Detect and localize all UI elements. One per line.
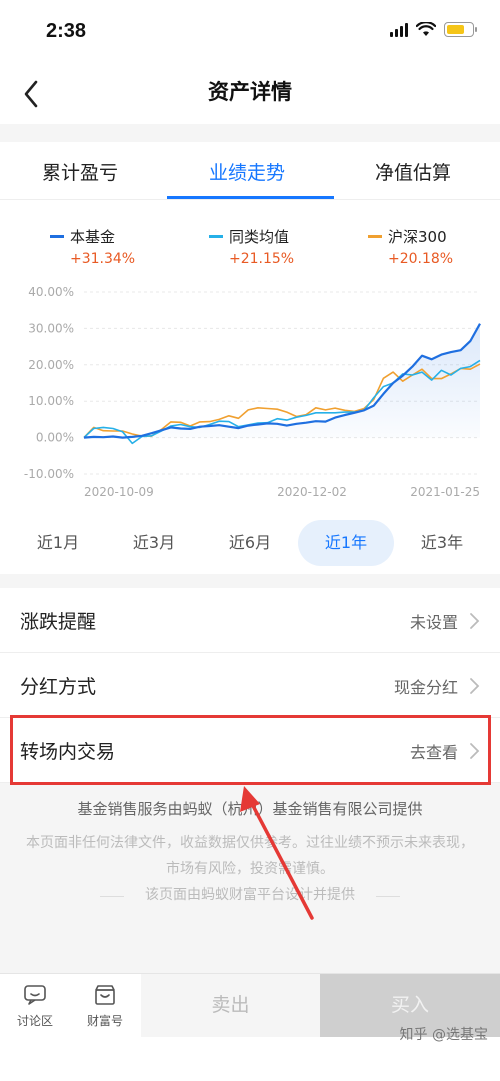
status-time: 2:38 [46,20,87,42]
platform-note: 该页面由蚂蚁财富平台设计并提供 [145,887,355,903]
legend-item-peer-average: 同类均值 +21.15% [209,226,294,267]
fund-area-fill [84,323,480,438]
tab-performance-trend[interactable]: 业绩走势 [209,158,285,185]
x-tick-label: 2020-12-02 [277,485,347,499]
wifi-icon [416,22,436,36]
row-label: 分红方式 [20,676,97,698]
active-tab-indicator [167,196,334,199]
y-tick-label: 10.00% [28,394,74,408]
watermark: 知乎 @选基宝 [399,1027,488,1043]
wealth-account-button[interactable]: 财富号 [75,984,135,1029]
legend-value-hs300: +20.18% [388,251,454,267]
bottom-action-bar: 讨论区 财富号 卖出 买入 知乎 @选基宝 [0,973,500,1081]
legend-value-peer: +21.15% [229,251,295,267]
nav-bar: 资产详情 [0,62,500,124]
x-tick-label: 2021-01-25 [410,485,480,499]
row-value: 现金分红 [393,678,458,697]
y-tick-label: -10.00% [24,467,74,481]
period-3m[interactable]: 近3月 [106,520,202,566]
period-6m[interactable]: 近6月 [202,520,298,566]
row-value: 去查看 [409,743,458,762]
period-3y[interactable]: 近3年 [394,520,490,566]
y-tick-label: 40.00% [28,285,74,299]
performance-card: 累计盈亏 业绩走势 净值估算 本基金 +31.34% 同类均值 +21.15% … [0,142,500,574]
legend-value-fund: +31.34% [70,251,136,267]
y-tick-label: 0.00% [36,431,74,445]
tab-cumulative-pnl[interactable]: 累计盈亏 [42,158,118,185]
wealth-label: 财富号 [86,1014,123,1028]
legend-swatch-hs300 [368,235,382,238]
chevron-right-icon [470,678,480,694]
chat-icon [24,985,46,1005]
tab-bar: 累计盈亏 业绩走势 净值估算 [0,142,500,200]
legend-item-hs300: 沪深300 +20.18% [368,226,453,267]
y-tick-label: 20.00% [28,358,74,372]
x-tick-label: 2020-10-09 [84,485,154,499]
status-icons [390,22,477,37]
row-label: 转场内交易 [20,741,116,763]
shop-icon [95,985,115,1005]
row-value: 未设置 [409,613,458,632]
discussion-button[interactable]: 讨论区 [5,984,65,1029]
row-exchange-trading[interactable]: 转场内交易 去查看 [0,718,500,783]
row-dividend-method[interactable]: 分红方式 现金分红 [0,653,500,718]
provider-note: 基金销售服务由蚂蚁（杭州）基金销售有限公司提供 [77,800,423,818]
divider-right [376,896,400,897]
discussion-label: 讨论区 [16,1014,53,1028]
legend-item-fund: 本基金 +31.34% [50,226,135,267]
legend-name-peer: 同类均值 [229,228,290,246]
row-label: 涨跌提醒 [20,611,97,633]
legend-name-hs300: 沪深300 [388,228,447,246]
signal-icon [390,22,408,37]
performance-chart: 40.00% 30.00% 20.00% 10.00% 0.00% -10.00% 2020… [24,285,481,499]
status-bar: 2:38 [0,0,500,62]
period-1m[interactable]: 近1月 [10,520,106,566]
tab-nav-estimate[interactable]: 净值估算 [375,158,451,185]
chevron-right-icon [470,613,480,629]
battery-icon [444,22,477,37]
sell-button[interactable]: 卖出 [141,974,320,1037]
row-price-alert[interactable]: 涨跌提醒 未设置 [0,588,500,653]
disclaimer-note: 本页面非任何法律文件，收益数据仅供参考。过往业绩不预示未来表现，市场有风险，投资… [26,835,474,877]
period-selector: 近1月 近3月 近6月 近1年 近3年 [0,520,500,566]
settings-list: 涨跌提醒 未设置 分红方式 现金分红 转场内交易 去查看 [0,588,500,783]
legend-swatch-fund [50,235,64,238]
y-tick-label: 30.00% [28,321,74,335]
chevron-right-icon [470,743,480,759]
period-1y[interactable]: 近1年 [298,520,394,566]
legend-swatch-peer [209,235,223,238]
page-title: 资产详情 [208,80,292,104]
legend-name-fund: 本基金 [70,228,116,246]
